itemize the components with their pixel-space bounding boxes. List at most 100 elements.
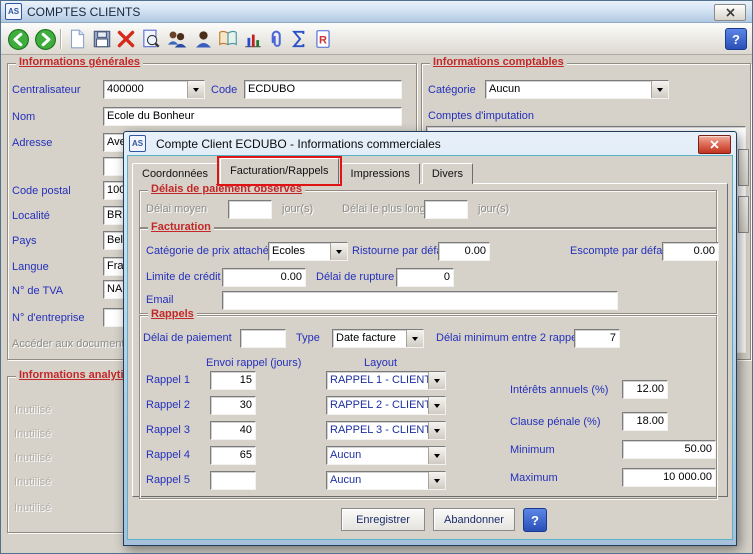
chevron-down-icon bbox=[434, 379, 440, 383]
dropdown-arrow-button[interactable] bbox=[428, 397, 445, 414]
bar-chart-icon bbox=[242, 28, 264, 50]
maximum-label: Maximum bbox=[510, 472, 558, 484]
rappel-4-layout-select[interactable]: Aucun bbox=[326, 446, 446, 465]
clause-penale-label: Clause pénale (%) bbox=[510, 416, 601, 428]
dropdown-arrow-button[interactable] bbox=[406, 330, 423, 347]
forward-button[interactable] bbox=[32, 26, 58, 52]
categorie-select[interactable]: Aucun bbox=[485, 80, 669, 99]
entreprise-label: N° d'entreprise bbox=[12, 312, 85, 324]
tab-impressions[interactable]: Impressions bbox=[341, 163, 420, 184]
dialog-close-button[interactable] bbox=[698, 135, 731, 154]
nom-field[interactable]: Ecole du Bonheur bbox=[103, 107, 402, 126]
rappel-4-label: Rappel 4 bbox=[146, 449, 190, 461]
centralisateur-select[interactable]: 400000 bbox=[103, 80, 205, 99]
dropdown-arrow-button[interactable] bbox=[428, 447, 445, 464]
delai-paiement-label: Délai de paiement bbox=[143, 332, 232, 344]
clients-list-button[interactable] bbox=[163, 26, 189, 52]
back-button[interactable] bbox=[5, 26, 31, 52]
catalog-button[interactable] bbox=[215, 26, 241, 52]
toolbar-help-button[interactable]: ? bbox=[725, 28, 747, 50]
rappel-5-days-field[interactable] bbox=[210, 471, 256, 490]
open-book-icon bbox=[217, 28, 239, 50]
chevron-down-icon bbox=[434, 429, 440, 433]
nom-label: Nom bbox=[12, 111, 35, 123]
ristourne-field[interactable]: 0.00 bbox=[438, 242, 490, 261]
limite-credit-field[interactable]: 0.00 bbox=[222, 268, 306, 287]
enregistrer-button[interactable]: Enregistrer bbox=[341, 508, 425, 531]
chevron-down-icon bbox=[412, 337, 418, 341]
search-icon bbox=[140, 28, 162, 50]
minimum-label: Minimum bbox=[510, 444, 555, 456]
clients-group-icon bbox=[165, 28, 188, 51]
interets-annuels-field[interactable]: 12.00 bbox=[622, 380, 668, 399]
tab-divers[interactable]: Divers bbox=[422, 163, 473, 184]
rappel-5-layout-select[interactable]: Aucun bbox=[326, 471, 446, 490]
interets-annuels-label: Intérêts annuels (%) bbox=[510, 384, 608, 396]
delai-paiement-field[interactable] bbox=[240, 329, 286, 348]
rappel-2-days-field[interactable]: 30 bbox=[210, 396, 256, 415]
dropdown-arrow-button[interactable] bbox=[187, 81, 204, 98]
dropdown-arrow-button[interactable] bbox=[330, 243, 347, 260]
rappel-2-label: Rappel 2 bbox=[146, 399, 190, 411]
rappel-3-days-field[interactable]: 40 bbox=[210, 421, 256, 440]
save-button[interactable] bbox=[89, 26, 115, 52]
rappel-1-layout-select[interactable]: RAPPEL 1 - CLIENTS bbox=[326, 371, 446, 390]
documents-link[interactable]: Accéder aux document bbox=[12, 338, 125, 350]
client-person-icon bbox=[192, 28, 215, 51]
delete-x-icon bbox=[115, 28, 137, 50]
dialog-title-bar: AS Compte Client ECDUBO - Informations c… bbox=[127, 132, 733, 155]
analytics-info-legend: Informations analyti bbox=[16, 369, 127, 381]
totals-button[interactable] bbox=[286, 26, 312, 52]
col-layout-header: Layout bbox=[364, 357, 397, 369]
tva-label: N° de TVA bbox=[12, 285, 63, 297]
payment-delays-group: Délais de paiement observés Délai moyen … bbox=[139, 190, 717, 228]
analytics-unused-label: Inutilisé bbox=[14, 452, 51, 464]
email-field[interactable] bbox=[222, 291, 618, 310]
dropdown-arrow-button[interactable] bbox=[428, 372, 445, 389]
code-field[interactable]: ECDUBO bbox=[244, 80, 402, 99]
dropdown-arrow-button[interactable] bbox=[428, 472, 445, 489]
general-info-legend: Informations générales bbox=[16, 56, 143, 68]
rappel-5-label: Rappel 5 bbox=[146, 474, 190, 486]
scroll-button[interactable] bbox=[738, 196, 749, 233]
rappel-3-label: Rappel 3 bbox=[146, 424, 190, 436]
delai-moyen-label: Délai moyen bbox=[146, 203, 207, 215]
reports-button[interactable]: R bbox=[310, 26, 336, 52]
delai-minimum-field[interactable]: 7 bbox=[574, 329, 620, 348]
dialog-help-button[interactable]: ? bbox=[523, 508, 547, 532]
toolbar-separator bbox=[60, 29, 61, 49]
clause-penale-field[interactable]: 18.00 bbox=[622, 412, 668, 431]
reminders-legend: Rappels bbox=[148, 308, 197, 320]
rappel-1-days-field[interactable]: 15 bbox=[210, 371, 256, 390]
search-button[interactable] bbox=[138, 26, 164, 52]
delai-rupture-field[interactable]: 0 bbox=[396, 268, 454, 287]
type-select[interactable]: Date facture bbox=[332, 329, 424, 348]
client-button[interactable] bbox=[190, 26, 216, 52]
new-record-button[interactable] bbox=[64, 26, 90, 52]
back-icon bbox=[7, 28, 30, 51]
rappel-3-layout-select[interactable]: RAPPEL 3 - CLIENTS bbox=[326, 421, 446, 440]
escompte-field[interactable]: 0.00 bbox=[662, 242, 719, 261]
delete-button[interactable] bbox=[113, 26, 139, 52]
tab-facturation-rappels[interactable]: Facturation/Rappels bbox=[220, 158, 338, 184]
rappel-2-layout-select[interactable]: RAPPEL 2 - CLIENTS bbox=[326, 396, 446, 415]
billing-legend: Facturation bbox=[148, 221, 214, 233]
window-title: COMPTES CLIENTS bbox=[27, 5, 140, 19]
scroll-button[interactable] bbox=[738, 149, 749, 186]
client-commercial-dialog: AS Compte Client ECDUBO - Informations c… bbox=[123, 131, 737, 546]
dialog-logo-icon: AS bbox=[129, 135, 146, 152]
abandonner-button[interactable]: Abandonner bbox=[433, 508, 515, 531]
dropdown-arrow-button[interactable] bbox=[651, 81, 668, 98]
rappel-4-days-field[interactable]: 65 bbox=[210, 446, 256, 465]
delai-plus-long-field[interactable] bbox=[424, 200, 468, 219]
close-icon bbox=[726, 8, 735, 17]
dropdown-arrow-button[interactable] bbox=[428, 422, 445, 439]
accounting-info-legend: Informations comptables bbox=[430, 56, 567, 68]
delai-moyen-field[interactable] bbox=[228, 200, 272, 219]
comptes-clients-window: AS COMPTES CLIENTS bbox=[0, 0, 753, 554]
tab-coordonnees[interactable]: Coordonnées bbox=[132, 163, 218, 184]
maximum-field[interactable]: 10 000.00 bbox=[622, 468, 716, 487]
minimum-field[interactable]: 50.00 bbox=[622, 440, 716, 459]
categorie-prix-select[interactable]: Ecoles bbox=[268, 242, 348, 261]
window-close-button[interactable] bbox=[714, 4, 746, 21]
